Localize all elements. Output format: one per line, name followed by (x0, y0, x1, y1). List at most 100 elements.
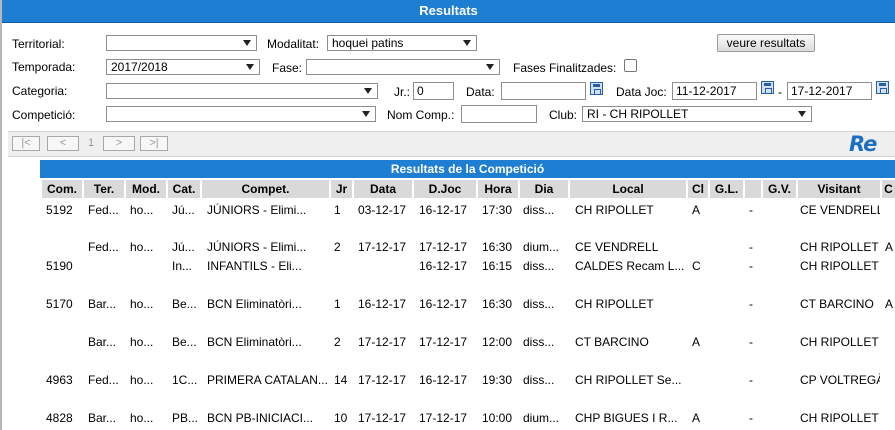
table-cell: 16:30 (482, 297, 513, 311)
datajoc-from-input[interactable]: 11-12-2017 (672, 82, 757, 100)
table-cell: - (749, 411, 753, 425)
table-cell: 17-12-17 (358, 335, 407, 349)
table-cell: Bar... (88, 297, 117, 311)
first-page-button[interactable]: |< (12, 136, 40, 151)
temporada-select[interactable]: 2017/2018 (106, 59, 260, 75)
page-number: 1 (88, 137, 95, 149)
table-cell: CH RIPOLLET (575, 297, 654, 311)
left-border (0, 0, 2, 430)
column-header[interactable]: Local (570, 180, 686, 198)
table-cell: 16:30 (482, 240, 513, 254)
table-cell: 17-12-17 (419, 335, 468, 349)
column-header[interactable]: Compet. (202, 180, 329, 198)
datajoc-to-input[interactable]: 17-12-2017 (787, 82, 872, 100)
table-cell: 4963 (46, 373, 73, 387)
calendar-icon[interactable] (590, 82, 603, 95)
fase-select[interactable] (306, 59, 500, 75)
modalitat-value: hoquei patins (332, 36, 404, 50)
table-cell: - (749, 259, 753, 273)
table-cell: 19:30 (482, 373, 513, 387)
table-cell: - (749, 335, 753, 349)
column-header[interactable]: Dia (520, 180, 568, 198)
column-header[interactable]: Cl (688, 180, 708, 198)
territorial-select[interactable] (106, 35, 257, 51)
table-cell: CH RIPOLLET (800, 259, 879, 273)
table-cell: Jú... (172, 240, 195, 254)
table-cell: diss... (523, 335, 555, 349)
fases-finalitzades-label: Fases Finalitzades: (513, 61, 617, 75)
table-cell: 17-12-17 (358, 240, 407, 254)
table-cell: Bar... (88, 411, 117, 425)
table-cell: CT BARCINO (575, 335, 649, 349)
table-cell: CT BARCINO (800, 297, 874, 311)
table-cell: diss... (523, 259, 555, 273)
column-header[interactable]: G.L. (710, 180, 743, 198)
table-cell: Jú... (172, 203, 195, 217)
column-header[interactable]: Mod. (126, 180, 166, 198)
last-page-button[interactable]: >| (140, 136, 168, 151)
table-cell: 16-12-17 (358, 297, 407, 311)
jr-label: Jr.: (394, 85, 411, 99)
table-cell: A (692, 335, 701, 349)
column-header[interactable]: Com. (42, 180, 82, 198)
club-select[interactable]: RI - CH RIPOLLET (582, 106, 812, 122)
table-cell: Fed... (88, 373, 119, 387)
table-cell: A (885, 297, 894, 311)
chevron-down-icon (364, 88, 372, 94)
prev-page-button[interactable]: < (47, 136, 79, 151)
categoria-label: Categoria: (12, 84, 68, 98)
table-cell: 5190 (46, 259, 73, 273)
table-cell: 2 (334, 240, 341, 254)
chevron-down-icon (243, 40, 251, 46)
column-header[interactable]: Ter. (84, 180, 124, 198)
table-cell: 17-12-17 (358, 411, 407, 425)
datajoc-separator: - (778, 85, 782, 99)
veure-resultats-button[interactable]: veure resultats (717, 34, 815, 52)
table-cell: 12:00 (482, 335, 513, 349)
table-cell: - (749, 373, 753, 387)
column-header[interactable]: C (882, 180, 895, 198)
table-cell: BCN Eliminatòri... (207, 297, 302, 311)
table-cell: - (749, 203, 753, 217)
column-header[interactable]: Visitant (798, 180, 880, 198)
chevron-down-icon (798, 111, 806, 117)
column-header[interactable] (745, 180, 761, 198)
data-input[interactable] (501, 82, 586, 100)
table-cell: 17:30 (482, 203, 513, 217)
nomcomp-input[interactable] (461, 105, 537, 123)
column-header[interactable]: Cat. (168, 180, 200, 198)
table-cell: BCN Eliminatòri... (207, 335, 302, 349)
competicio-select[interactable] (106, 106, 376, 122)
categoria-select[interactable] (106, 83, 378, 99)
table-cell: CH RIPOLLET (575, 203, 654, 217)
column-header[interactable]: Data (354, 180, 412, 198)
calendar-icon[interactable] (876, 81, 889, 94)
table-cell: diss... (523, 373, 555, 387)
table-cell: ho... (130, 297, 154, 311)
table-cell: CP VOLTREGÀ (800, 373, 880, 387)
table-cell: JÚNIORS - Elimi... (207, 240, 307, 254)
next-page-button[interactable]: > (103, 136, 135, 151)
calendar-icon[interactable] (761, 81, 774, 94)
table-cell: 16-12-17 (419, 373, 468, 387)
column-header[interactable]: Hora (478, 180, 518, 198)
table-cell: C (692, 259, 701, 273)
column-header[interactable]: G.V. (763, 180, 796, 198)
table-cell: CE VENDRELL (800, 203, 880, 217)
table-cell: JÚNIORS - Elimi... (207, 203, 307, 217)
table-cell: ho... (130, 411, 154, 425)
fases-finalitzades-checkbox[interactable] (624, 59, 637, 72)
chevron-down-icon (362, 111, 370, 117)
nomcomp-label: Nom Comp.: (387, 108, 455, 122)
club-label: Club: (549, 108, 578, 122)
column-header[interactable]: D.Joc (414, 180, 476, 198)
page-title: Resultats (2, 0, 895, 23)
table-cell: 1 (334, 297, 341, 311)
jr-input[interactable]: 0 (413, 82, 454, 100)
column-header[interactable]: Jr (331, 180, 352, 198)
table-cell: ho... (130, 373, 154, 387)
table-cell: PRIMERA CATALAN... (207, 373, 328, 387)
table-cell: ho... (130, 240, 154, 254)
modalitat-select[interactable]: hoquei patins (327, 35, 477, 51)
territorial-label: Territorial: (12, 37, 65, 51)
